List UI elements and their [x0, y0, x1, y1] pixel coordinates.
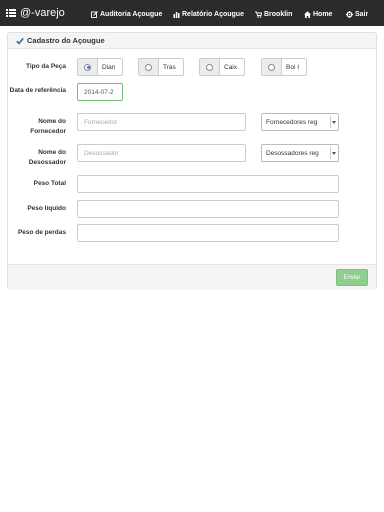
cart-icon [255, 11, 262, 18]
peso-total-input[interactable] [77, 175, 339, 193]
nav-sair-label: Sair [355, 10, 369, 18]
desossador-select[interactable]: Desossadores reg [261, 144, 339, 162]
gear-icon [346, 10, 353, 18]
radio-option-caix[interactable]: Caix [199, 58, 245, 76]
radio-option-label: Caix [224, 63, 238, 71]
brand-name: @-varejo [20, 7, 65, 19]
fornecedor-select[interactable]: Fornecedores reg [261, 113, 339, 131]
cadastro-panel: Cadastro do Açougue Tipo da Peça Dian Tr… [7, 32, 377, 290]
fornecedor-label: Nome do Fornecedor [30, 118, 66, 135]
nav-auditoria[interactable]: Auditoria Açougue [91, 8, 162, 20]
radio-button[interactable] [145, 63, 152, 71]
fornecedor-select-value: Fornecedores reg [266, 118, 318, 126]
data-referencia-input[interactable]: 2014-07-2 [77, 83, 123, 101]
nav-brooklin-label: Brooklin [264, 10, 293, 18]
peso-perdas-label: Peso de perdas [17, 229, 66, 236]
bar-chart-icon [173, 11, 180, 18]
desossador-label: Nome do Desossador [28, 149, 66, 166]
list-icon [6, 9, 16, 17]
radio-wrap [262, 59, 282, 75]
home-icon [304, 10, 311, 18]
radio-option-label: Boi I [286, 63, 300, 71]
radio-option-dian[interactable]: Dian [77, 58, 123, 76]
edit-icon [91, 10, 98, 18]
data-referencia-label: Data de referência [9, 87, 66, 94]
nav-brooklin[interactable]: Brooklin [255, 8, 292, 20]
chevron-down-icon [330, 147, 337, 159]
peso-liquido-label: Peso líquido [27, 205, 66, 212]
panel-title: Cadastro do Açougue [27, 36, 105, 45]
radio-wrap [200, 59, 220, 75]
radio-option-boi[interactable]: Boi I [261, 58, 307, 76]
nav-auditoria-label: Auditoria Açougue [100, 10, 163, 18]
chevron-down-icon [330, 116, 337, 128]
panel-footer: Enviar [8, 264, 376, 290]
radio-option-label: Tras [163, 63, 176, 71]
top-navbar: @-varejo Auditoria Açougue Relatório Aço… [0, 0, 384, 26]
radio-option-tras[interactable]: Tras [138, 58, 184, 76]
nav-home-label: Home [313, 10, 333, 18]
panel-heading: Cadastro do Açougue [8, 33, 376, 49]
fornecedor-input[interactable]: Fornecedor [77, 113, 246, 131]
radio-wrap [78, 59, 98, 75]
radio-button[interactable] [206, 63, 213, 71]
radio-button-selected[interactable] [84, 63, 91, 71]
radio-option-label: Dian [102, 63, 116, 71]
enviar-button[interactable]: Enviar [336, 269, 368, 286]
nav-sair[interactable]: Sair [346, 8, 368, 20]
nav-relatorio[interactable]: Relatório Açougue [173, 8, 244, 20]
brand[interactable]: @-varejo [6, 5, 65, 21]
tipo-peca-label: Tipo da Peça [26, 63, 66, 70]
peso-perdas-input[interactable] [77, 224, 339, 242]
desossador-select-value: Desossadores reg [266, 149, 319, 157]
desossador-input[interactable]: Desossador [77, 144, 246, 162]
nav-home[interactable]: Home [304, 8, 332, 20]
check-icon [16, 37, 24, 45]
nav-relatorio-label: Relatório Açougue [182, 10, 244, 18]
radio-wrap [139, 59, 159, 75]
peso-total-label: Peso Total [33, 180, 66, 187]
radio-button[interactable] [268, 63, 275, 71]
peso-liquido-input[interactable] [77, 200, 339, 218]
